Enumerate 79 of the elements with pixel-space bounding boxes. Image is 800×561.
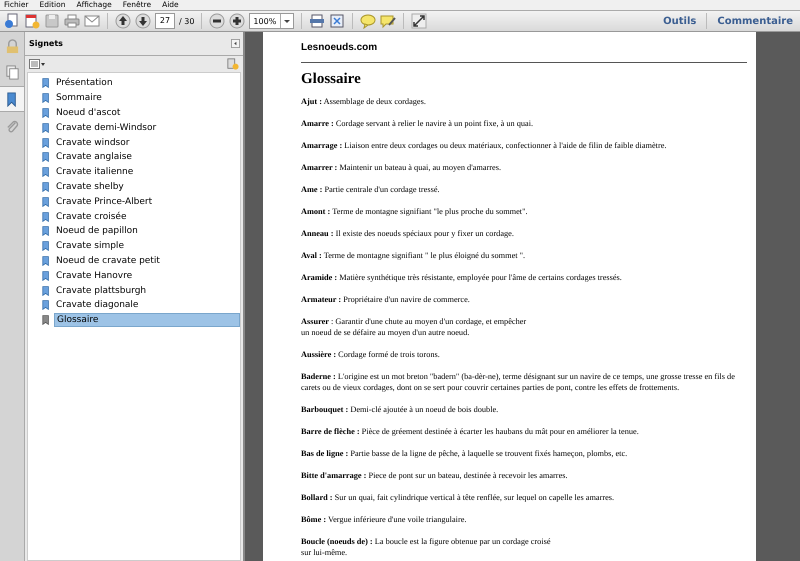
bookmark-item[interactable]: Noeud de cravate petit <box>54 254 240 267</box>
bookmark-icon <box>42 212 50 222</box>
next-page-icon[interactable] <box>135 13 151 29</box>
collapse-panel-icon[interactable] <box>231 39 240 48</box>
bookmark-icon <box>42 138 50 148</box>
page-number-field[interactable]: 27 <box>155 13 175 29</box>
document-header: Lesnoeuds.com <box>301 42 378 53</box>
print-icon[interactable] <box>64 13 80 29</box>
bookmark-icon <box>42 78 50 88</box>
bookmark-icon <box>42 226 50 236</box>
glossary-entry: Aval : Terme de montagne signifiant " le plus éloigné du sommet ". <box>301 250 526 261</box>
glossary-entry: Aramide : Matière synthétique très résistante, employée pour l'âme de certains cordages tressés. <box>301 272 623 283</box>
bookmark-item[interactable]: Cravate windsor <box>54 136 240 149</box>
glossary-entry: Bitte d'amarrage : Piece de pont sur un bateau, destinée à recevoir les amarres. <box>301 470 569 481</box>
bookmark-item[interactable]: Cravate anglaise <box>54 151 240 164</box>
bookmark-icon <box>42 256 50 266</box>
pages-icon <box>4 64 20 80</box>
bookmark-item[interactable]: Présentation <box>54 77 240 90</box>
options-dropdown-icon[interactable] <box>29 59 45 69</box>
bookmark-item[interactable]: Noeud de papillon <box>54 225 240 238</box>
bookmark-item[interactable]: Cravate italienne <box>54 166 240 178</box>
bookmark-item[interactable]: Cravate simple <box>54 240 240 252</box>
panel-title: Signets <box>29 39 63 48</box>
bookmark-item[interactable]: Cravate diagonale <box>54 299 240 312</box>
bookmark-icon <box>42 182 50 192</box>
bookmark-item[interactable]: Cravate croisée <box>54 210 240 223</box>
bookmark-icon <box>42 300 50 310</box>
glossary-entry: Anneau : Il existe des noeuds spéciaux pour y fixer un cordage. <box>301 228 515 239</box>
bookmark-icon <box>42 122 50 133</box>
toolbar-tab[interactable]: Outils <box>660 16 700 26</box>
glossary-entry: Baderne : L'origine est un mot breton "badern" (ba-dèr-ne), terme désignant sur un navire de ce temps, une grosse tresse en fils de carets ou de vieux cordages, dont on se sert pour couvrir certaines parties de pont, contre les effets de frottements. <box>301 371 736 393</box>
bookmark-icon <box>42 108 50 118</box>
glossary-entry: Amont : Terme de montagne signifiant "le plus proche du sommet". <box>301 206 529 217</box>
bookmark-icon <box>42 241 50 252</box>
lock-icon <box>4 38 20 54</box>
bookmark-icon <box>42 270 50 281</box>
glossary-entry: Barre de flèche : Pièce de gréement destinée à écarter les haubans du mât pour en améliorer la tenue. <box>301 426 640 437</box>
glossary-entry: Barbouquet : Demi-clé ajoutée à un noeud de bois double. <box>301 404 500 415</box>
glossary-entry: Amarrage : Liaison entre deux cordages ou deux matériaux, confectionner à l'aide de filin de faible diamètre. <box>301 140 668 151</box>
glossary-entry: Boucle (noeuds de) : La boucle est la figure obtenue par un cordage croisé sur lui-même. <box>301 536 552 558</box>
glossary-entry: Ame : Partie centrale d'un cordage tressé. <box>301 184 441 195</box>
expand-icon[interactable] <box>411 13 428 29</box>
glossary-entry: Assurer : Garantir d'une chute au moyen d'un cordage, et empêcher un noeud de se défaire au moyen d'un autre noeud. <box>301 316 528 338</box>
bookmark-icon <box>42 167 50 178</box>
document-icon[interactable] <box>24 13 40 29</box>
bookmark-icon <box>42 196 50 207</box>
highlight-icon[interactable] <box>380 13 396 29</box>
glossary-entry: Armateur : Propriétaire d'un navire de commerce. <box>301 294 471 305</box>
bookmark-item[interactable]: Cravate Hanovre <box>54 270 240 282</box>
bookmark-item[interactable]: Glossaire <box>54 313 240 328</box>
bookmark-icon <box>42 93 50 104</box>
glossary-entry: Amarre : Cordage servant à relier le navire à un point fixe, à un quai. <box>301 118 534 129</box>
bookmark-item[interactable]: Noeud d'ascot <box>54 106 240 119</box>
glossary-entry: Ajut : Assemblage de deux cordages. <box>301 96 427 107</box>
zoom-in-icon[interactable] <box>229 13 246 29</box>
side-panel-tab[interactable] <box>0 86 24 112</box>
bookmark-item[interactable]: Cravate demi-Windsor <box>54 122 240 134</box>
fit-page-icon[interactable] <box>309 13 326 29</box>
bookmark-item[interactable]: Cravate shelby <box>54 180 240 193</box>
glossary-entry: Amarrer : Maintenir un bateau à quai, au moyen d'amarres. <box>301 162 502 173</box>
create-document-icon[interactable] <box>4 13 20 29</box>
zoom-out-icon[interactable] <box>209 13 226 29</box>
bookmark-item[interactable]: Cravate plattsburgh <box>54 284 240 297</box>
bookmark-item[interactable]: Sommaire <box>54 92 240 104</box>
glossary-entry: Bollard : Sur un quai, fait cylindrique vertical à tête renflée, sur lequel on capelle les amarres. <box>301 492 616 503</box>
glossary-entry: Aussière : Cordage formé de trois torons. <box>301 349 441 360</box>
email-icon[interactable] <box>84 13 100 29</box>
bookmark-item[interactable]: Cravate Prince-Albert <box>54 196 240 208</box>
previous-page-icon[interactable] <box>115 13 131 29</box>
bookmark-icon <box>42 315 50 326</box>
bookmark-icon <box>42 152 50 162</box>
page-total: / 30 <box>179 16 194 26</box>
bookmark-icon <box>42 286 50 296</box>
toolbar-tab[interactable]: Commentaire <box>714 16 796 26</box>
glossary-entry: Bôme : Vergue inférieure d'une voile triangulaire. <box>301 514 468 525</box>
zoom-dropdown[interactable]: 100% <box>249 13 294 29</box>
paperclip-icon <box>4 118 20 134</box>
document-title: Glossaire <box>301 71 362 88</box>
glossary-entry: Bas de ligne : Partie basse de la ligne de pêche, à laquelle se trouvent fixés hameçon, plombs, etc. <box>301 448 628 459</box>
